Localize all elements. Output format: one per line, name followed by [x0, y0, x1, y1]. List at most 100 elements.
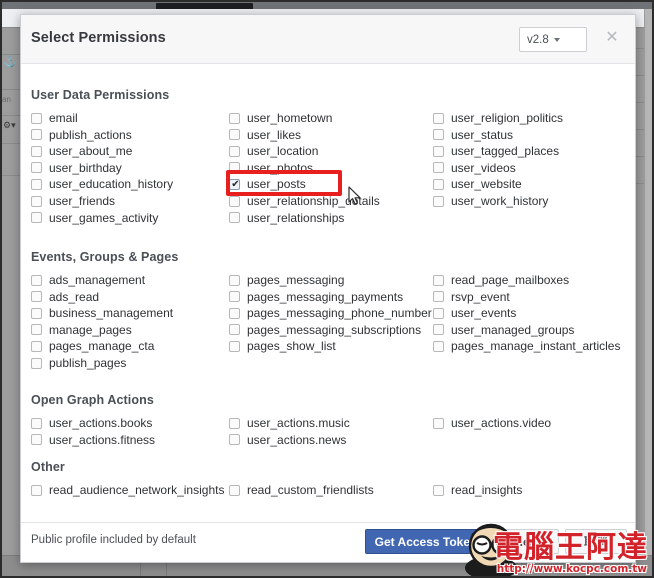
permission-row-user-work-history[interactable]: user_work_history — [433, 193, 548, 209]
checkbox-user-posts[interactable] — [229, 178, 241, 191]
permission-row-user-relationship-details[interactable]: user_relationship_details — [229, 193, 380, 209]
checkbox-user-location[interactable] — [229, 145, 240, 157]
permission-row-read-insights[interactable]: read_insights — [433, 482, 522, 498]
permission-row-user-games-activity[interactable]: user_games_activity — [31, 210, 158, 226]
permission-row-user-website[interactable]: user_website — [433, 176, 522, 192]
permission-label: user_website — [451, 177, 522, 192]
permission-row-user-location[interactable]: user_location — [229, 143, 318, 159]
permission-row-read-custom-friendlists[interactable]: read_custom_friendlists — [229, 482, 374, 498]
checkbox-read-audience-network-insights[interactable] — [31, 484, 42, 496]
checkbox-user-actions-music[interactable] — [229, 417, 240, 429]
permission-row-user-actions-news[interactable]: user_actions.news — [229, 432, 346, 448]
checkbox-pages-messaging[interactable] — [229, 274, 240, 286]
permission-row-ads-management[interactable]: ads_management — [31, 272, 145, 288]
permission-row-user-managed-groups[interactable]: user_managed_groups — [433, 322, 574, 338]
checkbox-user-religion-politics[interactable] — [433, 112, 444, 124]
permission-row-user-status[interactable]: user_status — [433, 127, 513, 143]
checkbox-read-custom-friendlists[interactable] — [229, 484, 240, 496]
get-access-token-button[interactable]: Get Access Token — [365, 529, 487, 554]
checkbox-pages-show-list[interactable] — [229, 340, 240, 352]
checkbox-user-actions-news[interactable] — [229, 434, 240, 446]
permission-row-pages-manage-instant-articles[interactable]: pages_manage_instant_articles — [433, 338, 620, 354]
checkbox-user-likes[interactable] — [229, 129, 240, 141]
checkbox-user-videos[interactable] — [433, 162, 444, 174]
permission-row-email[interactable]: email — [31, 110, 78, 126]
checkbox-publish-actions[interactable] — [31, 129, 42, 141]
permission-row-read-audience-network-insights[interactable]: read_audience_network_insights — [31, 482, 224, 498]
permission-row-user-posts[interactable]: user_posts — [229, 176, 306, 192]
checkbox-user-relationship-details[interactable] — [229, 195, 240, 207]
permission-row-user-actions-fitness[interactable]: user_actions.fitness — [31, 432, 155, 448]
permission-row-pages-messaging[interactable]: pages_messaging — [229, 272, 344, 288]
checkbox-user-photos[interactable] — [229, 162, 240, 174]
permission-row-pages-show-list[interactable]: pages_show_list — [229, 338, 336, 354]
permission-row-user-religion-politics[interactable]: user_religion_politics — [433, 110, 563, 126]
permission-row-pages-messaging-subscriptions[interactable]: pages_messaging_subscriptions — [229, 322, 421, 338]
permission-row-business-management[interactable]: business_management — [31, 305, 173, 321]
checkbox-user-hometown[interactable] — [229, 112, 240, 124]
checkbox-user-tagged-places[interactable] — [433, 145, 444, 157]
permission-row-pages-messaging-phone-number[interactable]: pages_messaging_phone_number — [229, 305, 432, 321]
checkbox-user-games-activity[interactable] — [31, 212, 42, 224]
checkbox-user-about-me[interactable] — [31, 145, 42, 157]
permission-row-publish-actions[interactable]: publish_actions — [31, 127, 132, 143]
permission-row-user-birthday[interactable]: user_birthday — [31, 160, 122, 176]
permission-label: read_insights — [451, 483, 523, 497]
permission-row-user-photos[interactable]: user_photos — [229, 160, 313, 176]
checkbox-user-actions-books[interactable] — [31, 417, 42, 429]
checkbox-user-status[interactable] — [433, 129, 444, 141]
checkbox-ads-management[interactable] — [31, 274, 42, 286]
checkbox-user-actions-fitness[interactable] — [31, 434, 42, 446]
api-version-select[interactable]: v2.8 — [519, 27, 587, 52]
permission-label: ads_management — [49, 273, 146, 287]
permission-label: user_tagged_places — [451, 144, 560, 159]
checkbox-pages-messaging-subscriptions[interactable] — [229, 324, 240, 336]
page-scrollbar[interactable] — [644, 9, 654, 578]
permission-row-user-tagged-places[interactable]: user_tagged_places — [433, 143, 559, 159]
checkbox-publish-pages[interactable] — [31, 357, 42, 369]
permission-row-user-likes[interactable]: user_likes — [229, 127, 301, 143]
permission-row-user-about-me[interactable]: user_about_me — [31, 143, 132, 159]
permission-row-ads-read[interactable]: ads_read — [31, 289, 99, 305]
permission-row-user-education-history[interactable]: user_education_history — [31, 176, 173, 192]
checkbox-business-management[interactable] — [31, 307, 42, 319]
permission-row-user-actions-books[interactable]: user_actions.books — [31, 415, 152, 431]
permission-row-user-relationships[interactable]: user_relationships — [229, 210, 344, 226]
checkbox-pages-messaging-phone-number[interactable] — [229, 307, 240, 319]
checkbox-read-page-mailboxes[interactable] — [433, 274, 444, 286]
permission-row-user-videos[interactable]: user_videos — [433, 160, 516, 176]
checkbox-user-relationships[interactable] — [229, 212, 240, 224]
close-icon[interactable]: ✕ — [602, 28, 622, 48]
checkbox-user-managed-groups[interactable] — [433, 324, 444, 336]
checkbox-pages-manage-cta[interactable] — [31, 340, 42, 352]
checkbox-email[interactable] — [31, 112, 42, 124]
permission-row-user-friends[interactable]: user_friends — [31, 193, 115, 209]
checkbox-read-insights[interactable] — [433, 484, 444, 496]
checkbox-pages-manage-instant-articles[interactable] — [433, 340, 444, 352]
clear-button[interactable]: Clear — [493, 529, 559, 554]
checkbox-user-events[interactable] — [433, 307, 444, 319]
permission-row-user-hometown[interactable]: user_hometown — [229, 110, 332, 126]
checkbox-user-work-history[interactable] — [433, 195, 444, 207]
permission-label: user_actions.music — [247, 416, 350, 430]
permission-row-rsvp-event[interactable]: rsvp_event — [433, 289, 510, 305]
checkbox-pages-messaging-payments[interactable] — [229, 291, 240, 303]
checkbox-ads-read[interactable] — [31, 291, 42, 303]
permission-row-user-actions-video[interactable]: user_actions.video — [433, 415, 551, 431]
checkbox-rsvp-event[interactable] — [433, 291, 444, 303]
permission-row-manage-pages[interactable]: manage_pages — [31, 322, 132, 338]
checkbox-user-friends[interactable] — [31, 195, 42, 207]
permission-row-pages-messaging-payments[interactable]: pages_messaging_payments — [229, 289, 403, 305]
checkbox-manage-pages[interactable] — [31, 324, 42, 336]
permission-row-publish-pages[interactable]: publish_pages — [31, 355, 126, 371]
permission-row-user-events[interactable]: user_events — [433, 305, 516, 321]
checkbox-user-education-history[interactable] — [31, 178, 42, 190]
permission-row-user-actions-music[interactable]: user_actions.music — [229, 415, 350, 431]
section-title-other: Other — [31, 460, 65, 474]
checkbox-user-birthday[interactable] — [31, 162, 42, 174]
checkbox-user-actions-video[interactable] — [433, 417, 444, 429]
permission-row-pages-manage-cta[interactable]: pages_manage_cta — [31, 338, 154, 354]
checkbox-user-website[interactable] — [433, 178, 444, 190]
cancel-button[interactable]: 取消 — [565, 529, 627, 554]
permission-row-read-page-mailboxes[interactable]: read_page_mailboxes — [433, 272, 569, 288]
